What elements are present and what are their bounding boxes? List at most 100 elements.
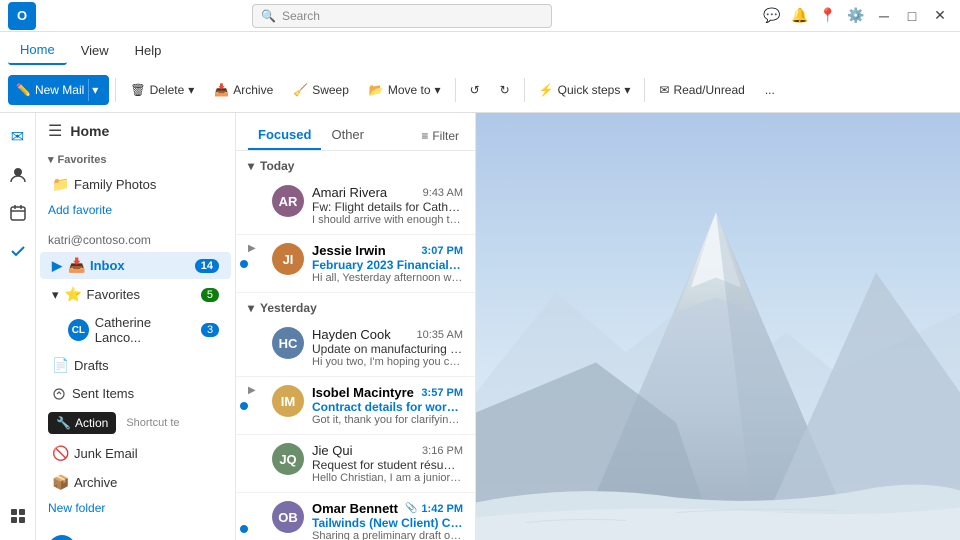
sidebar-item-archive[interactable]: 📦 Archive bbox=[40, 469, 231, 496]
tab-other[interactable]: Other bbox=[321, 121, 374, 150]
email-expand-2[interactable]: ▶ bbox=[248, 243, 264, 254]
email-preview: Hello Christian, I am a junior studying … bbox=[312, 472, 463, 484]
left-nav: ✉ bbox=[0, 113, 36, 540]
sweep-button[interactable]: 🧹 Sweep bbox=[285, 79, 357, 101]
sidebar-item-catherine[interactable]: CL Catherine Lanco... 3 bbox=[40, 310, 231, 350]
nav-apps[interactable] bbox=[2, 500, 34, 532]
settings-icon[interactable]: ⚙️ bbox=[844, 4, 868, 28]
maximize-button[interactable]: □ bbox=[900, 4, 924, 28]
close-button[interactable]: ✕ bbox=[928, 4, 952, 28]
email-expand-4[interactable]: ▶ bbox=[248, 385, 264, 396]
archive-folder-icon: 📦 bbox=[52, 474, 68, 491]
tab-focused[interactable]: Focused bbox=[248, 121, 321, 150]
email-item[interactable]: AR Amari Rivera 9:43 AM Fw: Flight detai… bbox=[236, 177, 475, 235]
drafts-icon: 📄 bbox=[52, 357, 68, 374]
email-content-2: Jessie Irwin 3:07 PM February 2023 Finan… bbox=[312, 243, 463, 284]
hamburger-menu[interactable]: ☰ bbox=[48, 121, 62, 141]
inbox-expand-icon[interactable]: ▶ bbox=[52, 258, 62, 274]
archive-icon: 📥 bbox=[214, 83, 229, 97]
sidebar-item-sent[interactable]: Sent Items bbox=[40, 381, 231, 406]
nav-people[interactable] bbox=[2, 159, 34, 191]
filter-button[interactable]: ≡ Filter bbox=[417, 125, 463, 147]
ribbon-divider-2 bbox=[455, 78, 456, 102]
email-subject: Contract details for work on... (3) bbox=[312, 400, 463, 414]
email-item[interactable]: ▶ JI Jessie Irwin 3:07 PM February 2023 … bbox=[236, 235, 475, 293]
favorites-folder-expand[interactable]: ▾ bbox=[52, 287, 59, 303]
compose-icon: ✏️ bbox=[16, 83, 31, 97]
quick-steps-icon: ⚡ bbox=[539, 83, 554, 97]
action-folder-button[interactable]: 🔧 Action bbox=[48, 412, 116, 434]
search-bar[interactable]: 🔍 Search bbox=[252, 4, 552, 28]
delete-icon: 🗑 bbox=[130, 83, 145, 97]
nav-calendar[interactable] bbox=[2, 197, 34, 229]
archive-button[interactable]: 📥 Archive bbox=[206, 79, 281, 101]
inbox-icon: 📥 bbox=[68, 257, 84, 274]
collapse-icon-2[interactable]: ▾ bbox=[248, 301, 254, 315]
sidebar: ☰ Home ▾ Favorites 📁 Family Photos Add f… bbox=[36, 113, 236, 540]
delete-dropdown-icon[interactable]: ▾ bbox=[188, 83, 194, 97]
sidebar-home-label: Home bbox=[70, 123, 109, 139]
redo-button[interactable]: ↻ bbox=[492, 79, 518, 101]
collapse-icon[interactable]: ▾ bbox=[248, 159, 254, 173]
email-list: Focused Other ≡ Filter ▾ Today AR Amari … bbox=[236, 113, 476, 540]
email-time: 10:35 AM bbox=[417, 329, 463, 341]
email-item[interactable]: HC Hayden Cook 10:35 AM Update on manufa… bbox=[236, 319, 475, 377]
bell-icon[interactable]: 🔔 bbox=[788, 4, 812, 28]
undo-button[interactable]: ↺ bbox=[462, 79, 488, 101]
nav-mail[interactable]: ✉ bbox=[2, 121, 34, 153]
nav-tasks[interactable] bbox=[2, 235, 34, 267]
unread-indicator bbox=[240, 402, 248, 410]
filter-icon: ≡ bbox=[421, 129, 428, 143]
sidebar-header: ☰ Home bbox=[36, 113, 235, 149]
avatar-amari: AR bbox=[272, 185, 304, 217]
email-sender: Jessie Irwin bbox=[312, 243, 386, 258]
email-preview: I should arrive with enough time to atte… bbox=[312, 214, 463, 226]
move-dropdown-icon[interactable]: ▾ bbox=[435, 83, 441, 97]
sidebar-item-inbox[interactable]: ▶ 📥 Inbox 14 bbox=[40, 252, 231, 279]
move-to-button[interactable]: 📂 Move to ▾ bbox=[361, 79, 449, 101]
sweep-icon: 🧹 bbox=[293, 83, 308, 97]
chat-icon[interactable]: 💬 bbox=[760, 4, 784, 28]
reading-pane bbox=[476, 113, 960, 540]
quick-steps-dropdown[interactable]: ▾ bbox=[624, 83, 630, 97]
account-label: katri@contoso.com bbox=[36, 229, 235, 251]
sidebar-item-family-photos[interactable]: 📁 Family Photos bbox=[40, 171, 231, 198]
email-item[interactable]: JQ Jie Qui 3:16 PM Request for student r… bbox=[236, 435, 475, 493]
inbox-badge: 14 bbox=[195, 259, 219, 273]
email-tabs: Focused Other ≡ Filter bbox=[236, 113, 475, 151]
tab-help[interactable]: Help bbox=[123, 37, 174, 64]
email-content-3: Hayden Cook 10:35 AM Update on manufactu… bbox=[312, 327, 463, 368]
tab-view[interactable]: View bbox=[69, 37, 121, 64]
new-mail-button[interactable]: ✏️ New Mail ▾ bbox=[8, 75, 109, 105]
ribbon-divider-4 bbox=[644, 78, 645, 102]
tab-home[interactable]: Home bbox=[8, 36, 67, 65]
new-mail-dropdown[interactable]: ▾ bbox=[88, 79, 101, 101]
delete-button[interactable]: 🗑 Delete ▾ bbox=[122, 79, 202, 101]
email-sender: Hayden Cook bbox=[312, 327, 391, 342]
quick-steps-button[interactable]: ⚡ Quick steps ▾ bbox=[531, 79, 639, 101]
sidebar-item-favorites[interactable]: ▾ ⭐ Favorites 5 bbox=[40, 281, 231, 308]
email-item[interactable]: OB Omar Bennett 📎 1:42 PM Tailwinds (New… bbox=[236, 493, 475, 540]
favorites-expand-icon[interactable]: ▾ bbox=[48, 153, 54, 166]
add-favorite-link[interactable]: Add favorite bbox=[36, 199, 235, 221]
add-account-section[interactable]: Add account bbox=[36, 527, 235, 540]
title-bar-actions: 💬 🔔 📍 ⚙️ ─ □ ✕ bbox=[760, 4, 952, 28]
folder-icon: 📁 bbox=[52, 176, 68, 193]
avatar-omar: OB bbox=[272, 501, 304, 533]
read-unread-button[interactable]: ✉ Read/Unread bbox=[651, 79, 752, 101]
email-item[interactable]: ▶ IM Isobel Macintyre 3:57 PM Contract d… bbox=[236, 377, 475, 435]
avatar-isobel: IM bbox=[272, 385, 304, 417]
minimize-button[interactable]: ─ bbox=[872, 4, 896, 28]
new-folder-link[interactable]: New folder bbox=[36, 497, 235, 519]
email-subject: February 2023 Financial Results bbox=[312, 258, 463, 272]
date-separator-yesterday: ▾ Yesterday bbox=[236, 293, 475, 319]
sidebar-item-action[interactable]: 🔧 Action Shortcut te bbox=[40, 408, 231, 438]
sidebar-item-junk[interactable]: 🚫 Junk Email bbox=[40, 440, 231, 467]
ribbon: Home View Help ✏️ New Mail ▾ 🗑 Delete ▾ … bbox=[0, 32, 960, 113]
ribbon-actions: ✏️ New Mail ▾ 🗑 Delete ▾ 📥 Archive 🧹 Swe… bbox=[0, 68, 960, 112]
more-actions-button[interactable]: ... bbox=[757, 79, 783, 101]
sidebar-item-drafts[interactable]: 📄 Drafts bbox=[40, 352, 231, 379]
catherine-avatar: CL bbox=[68, 319, 89, 341]
location-icon[interactable]: 📍 bbox=[816, 4, 840, 28]
email-subject: Fw: Flight details for Catherine's gr... bbox=[312, 200, 463, 214]
